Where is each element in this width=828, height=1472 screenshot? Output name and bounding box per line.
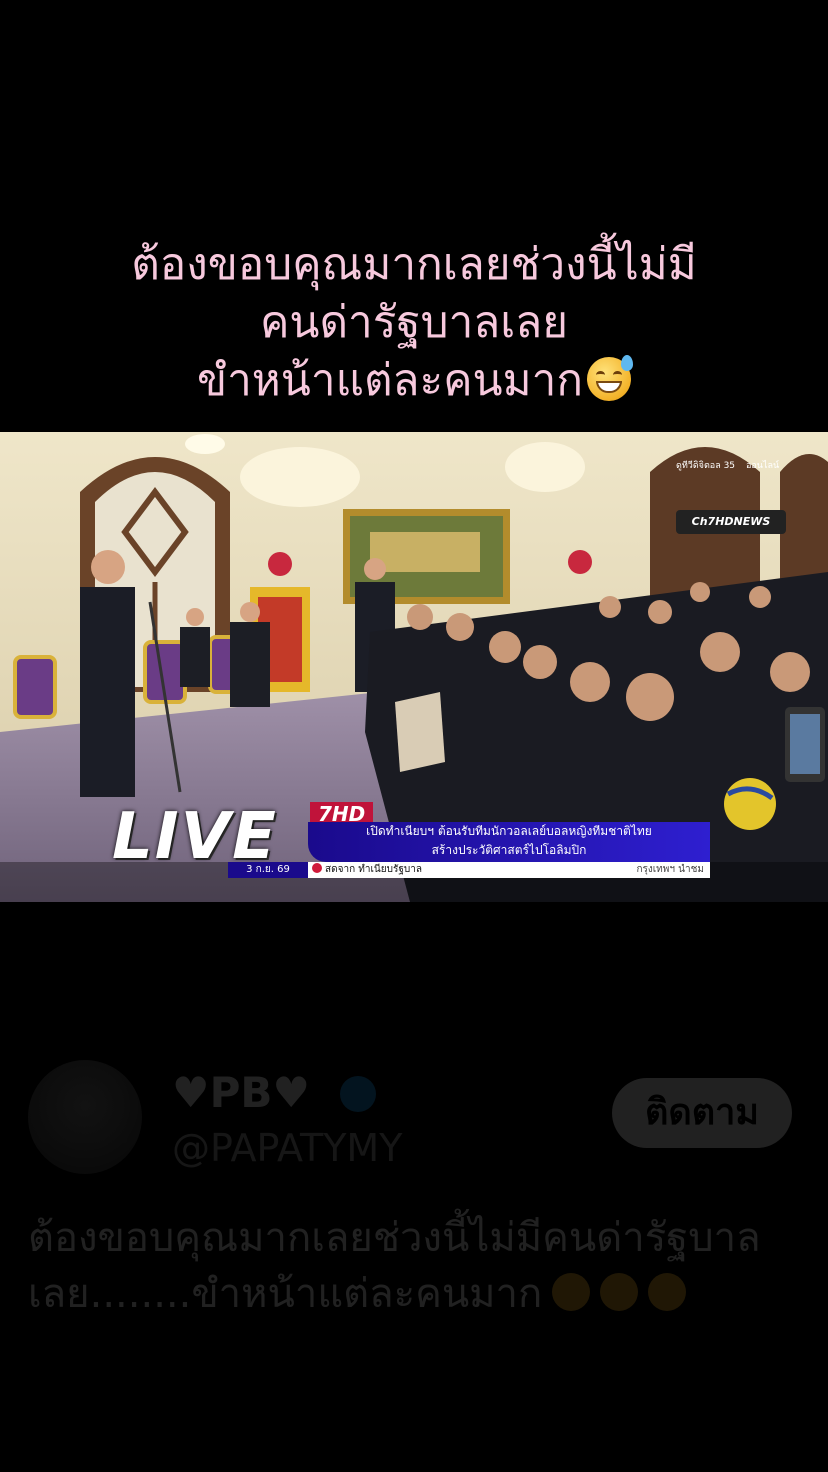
headline-line-2: สร้างประวัติศาสตร์ไปโอลิมปิก [431,843,587,857]
news-sub-bar: 3 ก.ย. 69 สดจาก ทำเนียบรัฐบาล กรุงเทพฯ น… [228,862,710,878]
caption-line-3: ขำหน้าแต่ละคนมาก [0,352,828,410]
caption-line-3-text: ขำหน้าแต่ละคนมาก [197,355,583,406]
broadcast-date: 3 ก.ย. 69 [228,862,308,878]
live-dot-icon [312,863,322,873]
laughing-emoji-icon [600,1273,639,1311]
tweet-text-line-2: เลย........ขำหน้าแต่ละคนมาก [28,1266,808,1322]
channel-logo: Ch7HDNEWS [676,510,786,534]
channel-number: ดูทีวีดิจิตอล 35 [676,461,736,471]
broadcast-source-text: สดจาก ทำเนียบรัฐบาล [325,864,422,875]
channel-corner-label: ออนไลน์ [746,461,780,471]
sweat-smile-emoji-icon [586,355,633,401]
tweet-text-line-2-text: เลย........ขำหน้าแต่ละคนมาก [28,1271,543,1317]
news-headline-bar: เปิดทำเนียบฯ ต้อนรับทีมนักวอลเลย์บอลหญิง… [308,822,710,862]
laughing-emoji-icon [648,1273,687,1311]
caption-overlay: ต้องขอบคุณมากเลยช่วงนี้ไม่มี คนด่ารัฐบาล… [0,236,828,410]
tweet-display-name[interactable]: ♥PB♥ [172,1068,310,1117]
faded-tweet: ♥PB♥ @PAPATYMY ติดตาม ต้องขอบคุณมากเลยช่… [0,1060,828,1420]
broadcast-source: สดจาก ทำเนียบรัฐบาล [312,862,422,878]
tweet-handle[interactable]: @PAPATYMY [172,1126,402,1170]
tweet-text: ต้องขอบคุณมากเลยช่วงนี้ไม่มีคนด่ารัฐบาล … [28,1210,808,1322]
verified-badge-icon [340,1076,376,1112]
caption-line-2: คนด่ารัฐบาลเลย [259,297,569,348]
broadcast-place: กรุงเทพฯ นำชม [636,864,704,875]
follow-button[interactable]: ติดตาม [612,1078,792,1148]
caption-line-1: ต้องขอบคุณมากเลยช่วงนี้ไม่มี [131,239,697,290]
avatar[interactable] [28,1060,142,1174]
headline-line-1: เปิดทำเนียบฯ ต้อนรับทีมนักวอลเลย์บอลหญิง… [366,824,652,838]
laughing-emoji-icon [552,1273,591,1311]
tweet-text-line-1: ต้องขอบคุณมากเลยช่วงนี้ไม่มีคนด่ารัฐบาล [28,1215,761,1261]
